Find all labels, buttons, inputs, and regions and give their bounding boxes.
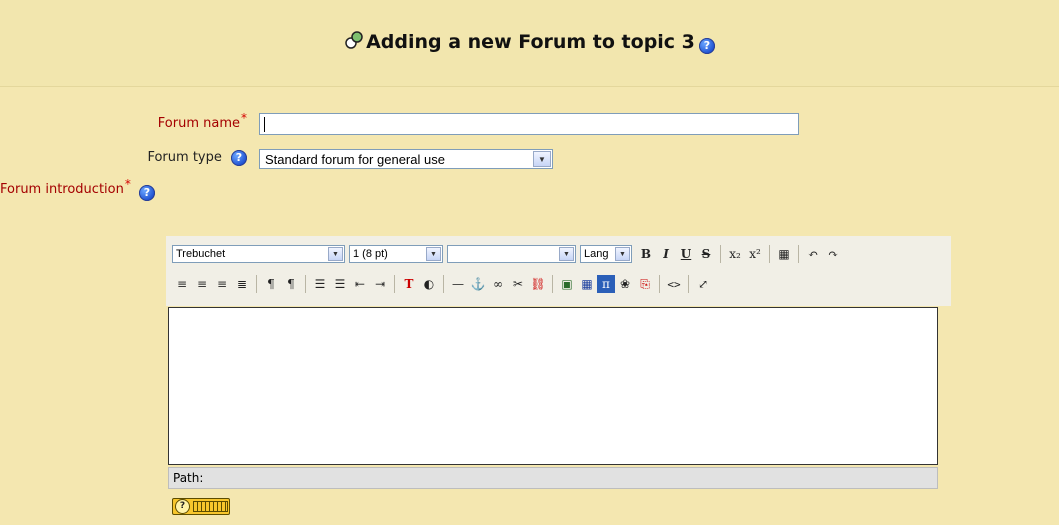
ordered-list-icon[interactable]: ☰ [310,274,330,294]
forum-module-icon [345,31,363,49]
text-caret [264,117,265,132]
editor-toolbar: Trebuchet ▼ 1 (8 pt) ▼ ▼ Lang ▼ B I U S … [166,236,951,306]
nolink-icon[interactable]: ⛓ [528,274,548,294]
forum-type-label-text: Forum type [147,150,222,165]
link-icon[interactable]: ∞ [488,274,508,294]
subscript-button[interactable]: x₂ [725,244,745,264]
anchor-icon[interactable]: ⚓ [468,274,488,294]
help-icon[interactable]: ? [231,150,247,166]
help-icon[interactable]: ? [698,38,715,54]
font-size-value: 1 (8 pt) [353,248,388,260]
font-family-value: Trebuchet [176,248,226,260]
chevron-down-icon[interactable]: ▼ [328,247,343,261]
toolbar-separator [552,275,553,293]
keyboard-icon [193,501,228,512]
text-color-icon[interactable]: T [399,274,419,294]
toolbar-separator [443,275,444,293]
editor-help-button[interactable]: ? [172,498,230,515]
chevron-down-icon[interactable]: ▼ [559,247,574,261]
unlink-icon[interactable]: ✂ [508,274,528,294]
question-icon: ? [175,499,190,514]
help-icon[interactable]: ? [139,185,155,201]
insert-smiley-icon[interactable]: ❀ [615,274,635,294]
undo-icon[interactable]: ↶ [803,244,823,264]
indent-icon[interactable]: ⇥ [370,274,390,294]
page-title-container: Adding a new Forum to topic 3 ? [0,30,1059,54]
toolbar-separator [720,245,721,263]
outdent-icon[interactable]: ⇤ [350,274,370,294]
align-center-icon[interactable]: ≡ [192,274,212,294]
toolbar-separator [688,275,689,293]
required-star: * [241,111,247,125]
fullscreen-icon[interactable]: ⤢ [693,274,713,294]
toolbar-separator [305,275,306,293]
forum-type-label: Forum type ? [147,150,247,166]
forum-type-select[interactable]: Standard forum for general use ▼ [259,149,553,169]
editor-path-bar: Path: [168,467,938,489]
page-title: Adding a new Forum to topic 3 [366,31,695,53]
toolbar-separator [798,245,799,263]
insert-char-icon[interactable]: ⎘ [635,274,655,294]
ltr-icon[interactable]: ¶ [261,274,281,294]
align-left-icon[interactable]: ≡ [172,274,192,294]
lang-value: Lang [584,248,609,260]
forum-intro-label-text: Forum introduction [0,182,124,197]
rtl-icon[interactable]: ¶ [281,274,301,294]
forum-name-label: Forum name* [157,111,247,131]
forum-type-selected: Standard forum for general use [265,151,445,167]
toolbar-row-2: ≡ ≡ ≡ ≣ ¶ ¶ ☰ ☰ ⇤ ⇥ T ◐ — ⚓ ∞ ✂ ⛓ ▣ ▦ π … [172,272,713,296]
insert-image-icon[interactable]: ▣ [557,274,577,294]
insert-table-icon[interactable]: ▦ [577,274,597,294]
path-label: Path: [173,471,204,485]
chevron-down-icon[interactable]: ▼ [533,151,551,167]
strikethrough-button[interactable]: S [696,244,716,264]
forum-intro-label: Forum introduction* ? [0,177,155,201]
forum-name-label-text: Forum name [157,116,240,131]
horizontal-rule-icon[interactable]: — [448,274,468,294]
toolbar-separator [659,275,660,293]
chevron-down-icon[interactable]: ▼ [615,247,630,261]
background-color-icon[interactable]: ◐ [419,274,439,294]
italic-button[interactable]: I [656,244,676,264]
underline-button[interactable]: U [676,244,696,264]
required-star: * [124,177,131,191]
lang-select[interactable]: Lang ▼ [580,245,632,263]
html-source-icon[interactable]: <> [664,274,684,294]
page-header: Adding a new Forum to topic 3 ? [0,0,1059,87]
align-justify-icon[interactable]: ≣ [232,274,252,294]
toolbar-separator [256,275,257,293]
redo-icon[interactable]: ↷ [823,244,843,264]
toolbar-separator [769,245,770,263]
bold-button[interactable]: B [636,244,656,264]
chevron-down-icon[interactable]: ▼ [426,247,441,261]
forum-name-input[interactable] [259,113,799,135]
toolbar-row-1: Trebuchet ▼ 1 (8 pt) ▼ ▼ Lang ▼ B I U S … [172,242,843,266]
superscript-button[interactable]: x² [745,244,765,264]
align-right-icon[interactable]: ≡ [212,274,232,294]
clean-word-button[interactable]: ▦ [774,244,794,264]
toolbar-separator [394,275,395,293]
format-select[interactable]: ▼ [447,245,576,263]
font-family-select[interactable]: Trebuchet ▼ [172,245,345,263]
insert-math-icon[interactable]: π [597,275,615,293]
unordered-list-icon[interactable]: ☰ [330,274,350,294]
font-size-select[interactable]: 1 (8 pt) ▼ [349,245,443,263]
editor-content-area[interactable] [168,307,938,465]
